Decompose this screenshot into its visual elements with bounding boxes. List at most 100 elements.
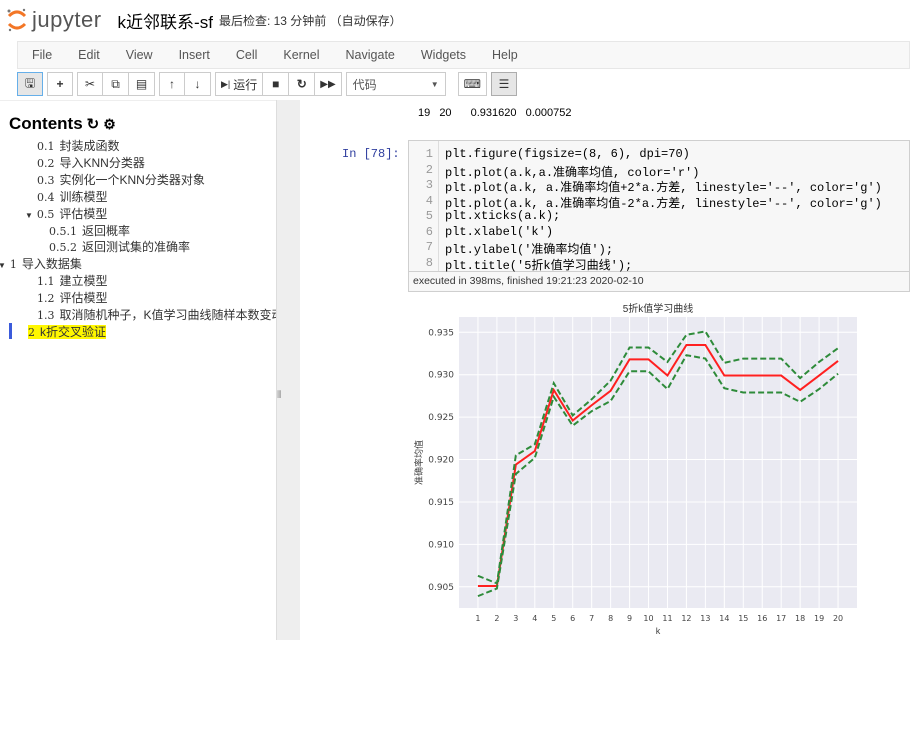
move-down-button[interactable]: ↓ [185,72,211,96]
refresh-icon: ↻ [297,77,307,91]
x-tick-label: 10 [643,614,653,623]
plus-icon: + [56,77,63,91]
x-tick-label: 4 [532,614,537,623]
menu-help[interactable]: Help [479,48,531,62]
x-tick-label: 16 [757,614,767,623]
toc-item-label: 返回测试集的准确率 [82,240,190,254]
cut-button[interactable]: ✂ [77,72,103,96]
x-tick-label: 1 [475,614,480,623]
paste-icon: ▤ [136,77,147,91]
toc-item[interactable]: 1.2评估模型 [37,289,307,306]
code-cell-editor[interactable]: 12345678 plt.figure(figsize=(8, 6), dpi=… [408,140,910,272]
y-tick-label: 0.935 [428,328,454,338]
toc-item-number: 1.2 [37,292,55,305]
menu-widgets[interactable]: Widgets [408,48,479,62]
toc-item[interactable]: 0.4训练模型 [37,188,307,205]
x-tick-label: 14 [719,614,729,623]
toc-toggle-button[interactable]: ☰ [491,72,517,96]
menu-navigate[interactable]: Navigate [333,48,408,62]
toc-item-number: 0.5.2 [49,241,77,254]
x-tick-label: 13 [700,614,710,623]
toc-item[interactable]: ▼0.5评估模型 [25,205,295,222]
toc-item-label: 返回概率 [82,224,130,238]
cell-prompt: In [78]: [342,147,400,161]
interrupt-button[interactable]: ■ [263,72,289,96]
menu-cell[interactable]: Cell [223,48,271,62]
x-tick-label: 3 [513,614,518,623]
keyboard-icon: ⌨ [464,77,481,91]
menu-kernel[interactable]: Kernel [270,48,332,62]
toc-item-label: 导入数据集 [22,257,82,271]
caret-down-icon[interactable]: ▼ [0,261,6,270]
row-index: 19 [418,107,430,119]
menu-view[interactable]: View [113,48,166,62]
list-icon: ☰ [499,77,510,91]
toc-item[interactable]: 0.3实例化一个KNN分类器对象 [37,171,307,188]
restart-run-all-button[interactable]: ▶▶ [315,72,341,96]
restart-button[interactable]: ↻ [289,72,315,96]
toc-item-label: 取消随机种子，K值学习曲线随样本数变动 [60,308,284,322]
row-k: 20 [439,107,451,119]
code-line: plt.plot(a.k, a.准确率均值-2*a.方差, linestyle=… [445,194,882,210]
code-line: plt.ylabel('准确率均值'); [445,240,882,256]
x-tick-label: 17 [776,614,786,623]
run-button[interactable]: ▶|运行 [215,72,263,96]
x-axis-label: k [656,626,661,636]
x-tick-label: 11 [662,614,672,623]
toc-item[interactable]: 0.2导入KNN分类器 [37,154,307,171]
toc-item-number: 1.1 [37,275,55,288]
y-tick-label: 0.910 [428,540,454,550]
code-lines: plt.figure(figsize=(8, 6), dpi=70)plt.pl… [445,147,882,271]
toc-item-number: 0.1 [37,140,55,153]
toc-item-number: 1.3 [37,309,55,322]
learning-curve-chart: 0.9050.9100.9150.9200.9250.9300.93512345… [410,300,860,740]
stop-icon: ■ [272,77,279,91]
caret-down-icon: ▼ [431,80,439,89]
save-button[interactable]: 🖫 [17,72,43,96]
insert-cell-button[interactable]: + [47,72,73,96]
toc-item-label: 实例化一个KNN分类器对象 [60,173,205,187]
line-number: 5 [409,209,438,225]
notebook-name[interactable]: k近邻联系-sf [118,8,213,33]
refresh-icon[interactable]: ↻ [87,115,100,133]
code-line: plt.title('5折k值学习曲线'); [445,256,882,272]
x-tick-label: 12 [681,614,691,623]
code-line: plt.plot(a.k,a.准确率均值, color='r') [445,163,882,179]
x-tick-label: 5 [551,614,556,623]
cell-type-select[interactable]: 代码 ▼ [346,72,446,96]
menu-insert[interactable]: Insert [166,48,223,62]
toc-item[interactable]: 1.3 取消随机种子，K值学习曲线随样本数变动 [37,306,307,323]
toc-item-label: 建立模型 [60,274,108,288]
notebook-area: 19 20 0.931620 0.000752 In [78]: 1234567… [300,100,910,640]
x-tick-label: 6 [570,614,575,623]
toc-item[interactable]: 1.1 建立模型 [37,272,307,289]
copy-button[interactable]: ⧉ [103,72,129,96]
x-tick-label: 8 [608,614,613,623]
command-palette-button[interactable]: ⌨ [458,72,487,96]
menu-file[interactable]: File [18,48,65,62]
x-tick-label: 20 [833,614,843,623]
toc-item[interactable]: 2k折交叉验证 [28,323,298,340]
y-tick-label: 0.915 [428,498,454,508]
caret-down-icon[interactable]: ▼ [25,211,33,220]
output-table-row: 19 20 0.931620 0.000752 [418,107,571,119]
y-tick-label: 0.905 [428,583,454,593]
move-up-button[interactable]: ↑ [159,72,185,96]
toc-item-label: k折交叉验证 [40,325,106,339]
checkpoint-status: 最后检查: 13 分钟前 （自动保存） [219,12,402,29]
sidebar-resize-handle[interactable]: ⦀ [276,100,300,640]
menu-edit[interactable]: Edit [65,48,113,62]
header: jupyter k近邻联系-sf 最后检查: 13 分钟前 （自动保存） [0,0,910,40]
toc-item[interactable]: 0.1封装成函数 [37,137,307,154]
line-number: 6 [409,225,438,241]
line-number: 1 [409,147,438,163]
jupyter-logo[interactable]: jupyter [6,7,102,33]
paste-button[interactable]: ▤ [129,72,155,96]
cell-type-value: 代码 [353,76,377,93]
toc-item[interactable]: ▼1导入数据集 [0,255,268,272]
row-mean: 0.931620 [471,107,517,119]
code-line: plt.figure(figsize=(8, 6), dpi=70) [445,147,882,163]
toc-item-label: 导入KNN分类器 [60,156,145,170]
gear-icon[interactable]: ⚙ [103,116,116,133]
run-label: 运行 [233,76,257,93]
